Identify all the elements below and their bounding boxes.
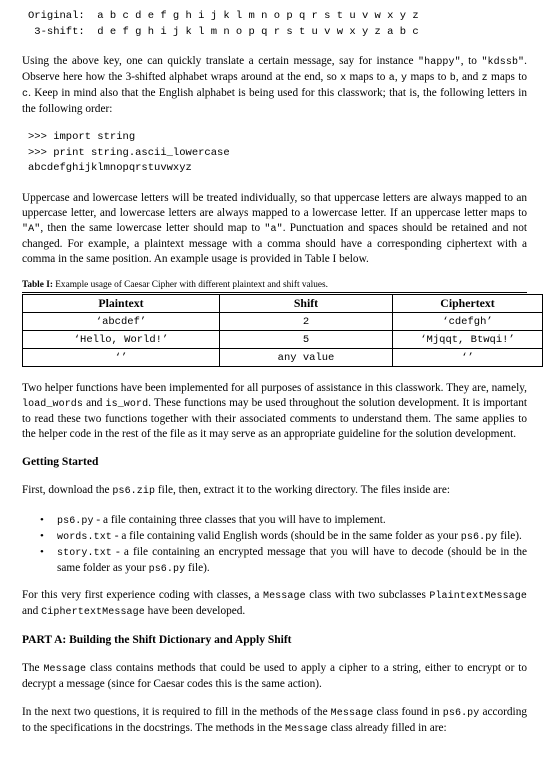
- table-row: ‘abcdef’ 2 ‘cdefgh’: [22, 312, 543, 332]
- text-segment: . Keep in mind also that the English alp…: [22, 87, 527, 116]
- inline-code-words-txt: words.txt: [57, 531, 112, 543]
- case-handling-paragraph: Uppercase and lowercase letters will be …: [22, 191, 527, 267]
- text-segment: file).: [497, 529, 522, 542]
- text-segment: - a file containing valid English words …: [111, 529, 461, 542]
- getting-started-heading: Getting Started: [22, 456, 99, 469]
- inline-code-ps6-zip: ps6.zip: [112, 486, 156, 498]
- inline-code-ps6-py: ps6.py: [57, 515, 94, 527]
- code-line-import: >>> import string: [28, 131, 136, 144]
- text-segment: For this very first experience coding wi…: [22, 588, 263, 601]
- python-code-block: >>> import string >>> print string.ascii…: [28, 130, 527, 176]
- cell-ciphertext: ‘cdefgh’: [392, 312, 543, 332]
- table-caption: Table I: Example usage of Caesar Cipher …: [22, 280, 527, 294]
- text-segment: Uppercase and lowercase letters will be …: [22, 191, 527, 219]
- inline-code-ps6-py: ps6.py: [442, 708, 480, 720]
- text-segment: class found in: [373, 706, 443, 719]
- text-segment: class contains methods that could be use…: [22, 662, 528, 691]
- bullet-icon: •: [40, 545, 44, 558]
- table-row: ‘Hello, World!’ 5 ‘Mjqqt, Btwqi!’: [22, 330, 543, 350]
- text-segment: have been developed.: [144, 605, 246, 617]
- text-segment: class already filled in are:: [327, 722, 447, 735]
- list-item: • words.txt - a file containing valid Eng…: [22, 529, 527, 545]
- inline-code-message: Message: [43, 664, 87, 676]
- cell-ciphertext: ‘Mjqqt, Btwqi!’: [392, 330, 543, 350]
- inline-code-message: Message: [330, 708, 374, 720]
- code-line-print: >>> print string.ascii_lowercase: [28, 146, 230, 159]
- inline-code-ps6-py: ps6.py: [148, 563, 186, 575]
- text-segment: , then the same lowercase letter should …: [40, 221, 265, 234]
- text-segment: , to: [460, 55, 482, 67]
- inline-code-story-txt: story.txt: [57, 547, 112, 559]
- list-item: • story.txt - a file containing an encryp…: [22, 545, 527, 577]
- cipher-key-block: Original: a b c d e f g h i j k l m n o …: [28, 8, 527, 40]
- text-segment: Using the above key, one can quickly tra…: [22, 55, 419, 67]
- text-segment: - a file containing an encrypted message…: [57, 545, 527, 574]
- text-segment: and: [83, 397, 106, 410]
- inline-code-kdssb: "kdssb": [481, 57, 525, 68]
- inline-code-load-words: load_words: [22, 399, 84, 411]
- table-row: ‘’ any value ‘’: [22, 348, 543, 368]
- document-page: Original: a b c d e f g h i j k l m n o …: [0, 0, 546, 737]
- cell-shift: any value: [219, 348, 393, 368]
- text-segment: maps to: [346, 71, 389, 84]
- intro-paragraph: Using the above key, one can quickly tra…: [22, 54, 527, 117]
- inline-code-is-word: is_word: [105, 399, 149, 411]
- text-segment: In the next two questions, it is require…: [22, 706, 331, 719]
- table-caption-label: Table I:: [22, 280, 53, 291]
- message-class-paragraph: The Message class contains methods that …: [22, 661, 527, 692]
- table-header-plaintext: Plaintext: [22, 294, 220, 314]
- table-caption-text: Example usage of Caesar Cipher with diff…: [52, 280, 328, 291]
- table-header-ciphertext: Ciphertext: [392, 294, 543, 314]
- bullet-icon: •: [40, 513, 44, 526]
- text-segment: - a file containing three classes that y…: [93, 513, 386, 526]
- text-segment: Two helper functions have been implement…: [22, 382, 527, 395]
- part-a-heading: PART A: Building the Shift Dictionary an…: [22, 634, 292, 647]
- next-questions-paragraph: In the next two questions, it is require…: [22, 705, 527, 737]
- text-segment: , and: [455, 71, 482, 84]
- cell-shift: 5: [219, 330, 393, 350]
- inline-code-lowercase-a: "a": [264, 223, 283, 235]
- classes-paragraph: For this very first experience coding wi…: [22, 588, 527, 620]
- text-segment: file).: [185, 561, 210, 574]
- code-line-output: abcdefghijklmnopqrstuvwxyz: [28, 162, 192, 175]
- file-list: • ps6.py - a file containing three classe…: [22, 513, 527, 577]
- inline-code-happy: "happy": [418, 57, 461, 68]
- text-segment: First, download the: [22, 484, 113, 497]
- cipher-key-original-line: Original: a b c d e f g h i j k l m n o …: [28, 10, 419, 22]
- inline-code-ciphertextmessage: CiphertextMessage: [41, 607, 145, 618]
- inline-code-message: Message: [262, 590, 306, 602]
- inline-code-uppercase-a: "A": [22, 223, 41, 235]
- text-segment: and: [22, 605, 42, 617]
- caesar-example-table: Plaintext Shift Ciphertext ‘abcdef’ 2 ‘c…: [22, 294, 543, 368]
- text-segment: maps to: [487, 71, 528, 84]
- bullet-icon: •: [40, 529, 44, 542]
- text-segment: file, then, extract it to the working di…: [155, 484, 450, 497]
- cell-shift: 2: [219, 312, 393, 332]
- inline-code-plaintextmessage: PlaintextMessage: [429, 590, 527, 602]
- text-segment: maps to: [407, 71, 450, 84]
- cell-plaintext: ‘abcdef’: [22, 312, 220, 332]
- inline-code-message: Message: [285, 724, 328, 736]
- cell-plaintext: ‘’: [22, 348, 220, 368]
- helper-functions-paragraph: Two helper functions have been implement…: [22, 381, 527, 442]
- download-paragraph: First, download the ps6.zip file, then, …: [22, 483, 527, 499]
- text-segment: class with two subclasses: [305, 588, 430, 601]
- list-item: • ps6.py - a file containing three classe…: [22, 513, 527, 529]
- inline-code-ps6-py: ps6.py: [460, 531, 498, 543]
- cipher-key-shift-line: 3-shift: d e f g h i j k l m n o p q r s…: [28, 26, 419, 38]
- text-segment: The: [22, 662, 44, 675]
- table-header-shift: Shift: [219, 294, 393, 314]
- cell-plaintext: ‘Hello, World!’: [22, 330, 220, 350]
- cell-ciphertext: ‘’: [392, 348, 543, 368]
- table-header-row: Plaintext Shift Ciphertext: [22, 294, 543, 314]
